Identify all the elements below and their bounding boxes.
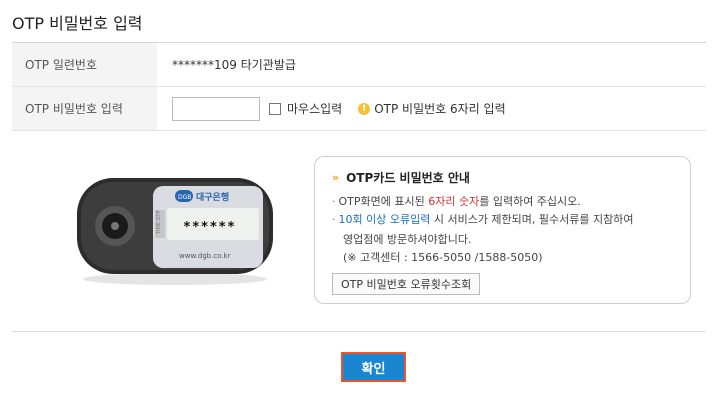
info-line-2: · 10회 이상 오류입력 시 서비스가 제한되며, 필수서류를 지참하여: [332, 211, 633, 228]
info-line-4: (※ 고객센터 : 1566-5050 /1588-5050): [343, 251, 543, 264]
token-url: www.dgb.co.kr: [179, 252, 231, 260]
mouse-input-checkbox[interactable]: [269, 102, 281, 115]
page-title: OTP 비밀번호 입력: [12, 14, 143, 33]
info-line-2-post: 시 서비스가 제한되며, 필수서류를 지참하여: [430, 213, 634, 226]
info-line-1-post: 를 입력하여 주십시오.: [479, 195, 581, 208]
otp-token-image: TIME OTP DGB 대구은행 ****** www.dgb.co.kr: [77, 178, 273, 285]
password-hint: OTP 비밀번호 6자리 입력: [374, 102, 506, 116]
serial-value: *******109 타기관발급: [172, 58, 296, 72]
info-line-1-pre: OTP화면에 표시된: [338, 195, 429, 208]
info-bulb-icon: !: [358, 102, 371, 115]
info-line-3: 영업점에 방문하셔야합니다.: [343, 233, 472, 246]
info-line-1: · OTP화면에 표시된 6자리 숫자를 입력하여 주십시오.: [332, 193, 581, 210]
serial-label: OTP 일련번호: [12, 43, 157, 86]
info-line-2-emphasis: 10회 이상 오류입력: [338, 213, 431, 226]
password-label: OTP 비밀번호 입력: [12, 87, 157, 130]
info-line-1-emphasis: 6자리 숫자: [428, 195, 480, 208]
confirm-button[interactable]: 확인: [341, 352, 406, 382]
token-display: ******: [183, 220, 236, 235]
serial-row: OTP 일련번호 *******109 타기관발급: [12, 43, 706, 87]
otp-info-box: » OTP카드 비밀번호 안내 · OTP화면에 표시된 6자리 숫자를 입력하여…: [314, 156, 691, 304]
password-row: OTP 비밀번호 입력 마우스입력 ! OTP 비밀번호 6자리 입력: [12, 87, 706, 131]
info-title: » OTP카드 비밀번호 안내: [332, 169, 470, 186]
info-title-text: OTP카드 비밀번호 안내: [346, 171, 470, 185]
otp-password-input[interactable]: [172, 96, 260, 121]
token-logo: DGB: [178, 194, 191, 201]
error-count-button[interactable]: OTP 비밀번호 오류횟수조회: [332, 273, 481, 295]
token-side-text: TIME OTP: [156, 210, 162, 235]
double-chevron-right-icon: »: [332, 171, 340, 184]
token-brand: 대구은행: [196, 191, 229, 203]
mouse-input-label: 마우스입력: [287, 102, 343, 116]
bottom-divider: [12, 331, 706, 332]
bullet-dot-icon: ·: [332, 195, 336, 208]
bullet-dot-icon: ·: [332, 213, 336, 226]
